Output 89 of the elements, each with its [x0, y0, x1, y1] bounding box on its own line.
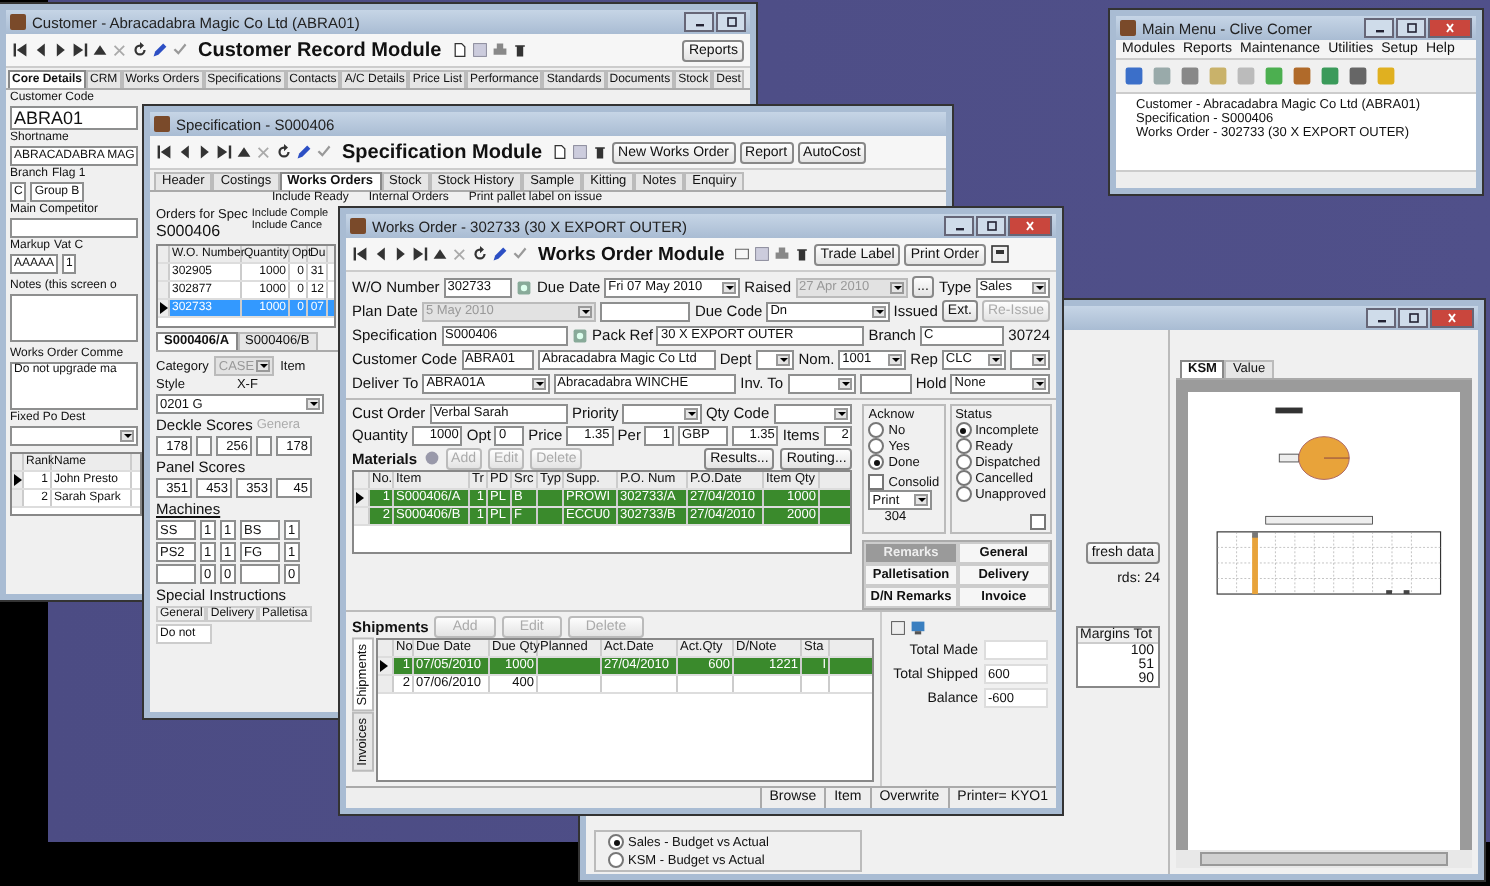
maximize-icon [1405, 312, 1421, 324]
radio-button[interactable] [868, 438, 885, 454]
dropdown-field[interactable] [622, 403, 702, 423]
check-icon[interactable] [512, 246, 528, 262]
trash-icon[interactable] [592, 144, 609, 160]
close-icon [1442, 22, 1458, 34]
maximize-icon [723, 16, 739, 28]
maximize-icon [983, 220, 999, 232]
dropdown-field[interactable] [755, 349, 795, 369]
skip-end-icon[interactable] [412, 246, 428, 262]
module-title: Specification Module [342, 141, 543, 163]
check-icon[interactable] [316, 144, 332, 160]
close-button[interactable] [1008, 216, 1052, 236]
triangle-up-icon[interactable] [236, 144, 252, 160]
arrow-right-icon[interactable] [52, 42, 68, 58]
triangle-up-icon[interactable] [432, 246, 448, 262]
radio-button[interactable] [955, 486, 972, 502]
input-field[interactable] [859, 373, 912, 393]
new-document-icon[interactable] [451, 42, 468, 58]
new-document-icon[interactable] [552, 144, 569, 160]
heading-bar [1275, 407, 1303, 414]
input-field[interactable] [156, 564, 196, 584]
window-icon[interactable] [890, 620, 906, 636]
module-title: Works Order Module [538, 243, 725, 265]
arrow-left-icon[interactable] [176, 144, 192, 160]
notes-field[interactable] [10, 294, 138, 342]
checkbox[interactable] [868, 474, 885, 490]
app-icon [350, 218, 366, 234]
minimize-button[interactable] [684, 12, 714, 32]
radio-button[interactable] [608, 834, 624, 850]
radio-button[interactable] [608, 852, 624, 868]
separator-field[interactable] [256, 436, 272, 456]
arrow-left-icon[interactable] [372, 246, 388, 262]
skip-start-icon[interactable] [156, 144, 172, 160]
refresh-icon[interactable] [132, 42, 148, 58]
dropdown-field[interactable] [787, 373, 856, 393]
triangle-up-icon[interactable] [92, 42, 108, 58]
radio-button[interactable] [955, 470, 972, 486]
close-button[interactable] [1428, 18, 1472, 38]
skip-end-icon[interactable] [72, 42, 88, 58]
radio-button[interactable] [868, 454, 885, 470]
input-field[interactable] [240, 564, 280, 584]
check-icon[interactable] [172, 42, 188, 58]
legend-bar [1265, 515, 1373, 525]
radio-button[interactable] [955, 454, 972, 470]
input-field[interactable] [10, 218, 138, 238]
horizontal-scrollbar[interactable] [1176, 850, 1472, 868]
maximize-button[interactable] [1396, 18, 1426, 38]
dropdown-field[interactable] [10, 426, 138, 446]
spec-number: S000406 [156, 222, 223, 240]
dropdown-field[interactable] [1010, 349, 1050, 369]
pie-chart-drawing [1278, 436, 1350, 480]
radio-button[interactable] [955, 422, 972, 438]
maximize-button[interactable] [976, 216, 1006, 236]
refresh-icon[interactable] [472, 246, 488, 262]
minimize-button[interactable] [1364, 18, 1394, 38]
input-field[interactable] [600, 301, 691, 321]
minimize-button[interactable] [1366, 308, 1396, 328]
trash-icon[interactable] [511, 42, 528, 58]
arrow-right-icon[interactable] [392, 246, 408, 262]
app-icon [154, 116, 170, 132]
radio-button[interactable] [955, 438, 972, 454]
checkbox[interactable] [1030, 514, 1046, 530]
save-icon[interactable] [754, 246, 771, 262]
skip-start-icon[interactable] [12, 42, 28, 58]
arrow-left-icon[interactable] [32, 42, 48, 58]
skip-start-icon[interactable] [352, 246, 368, 262]
close-icon [1022, 220, 1038, 232]
pen-icon[interactable] [152, 42, 168, 58]
separator-field[interactable] [196, 436, 212, 456]
pen-icon[interactable] [296, 144, 312, 160]
maximize-button[interactable] [716, 12, 746, 32]
maximize-icon [1403, 22, 1419, 34]
arrow-right-icon[interactable] [196, 144, 212, 160]
minimize-button[interactable] [944, 216, 974, 236]
app-icon [10, 14, 26, 30]
app-icon [1120, 20, 1136, 36]
radio-button[interactable] [868, 422, 885, 438]
dropdown-field[interactable] [773, 403, 853, 423]
skip-end-icon[interactable] [216, 144, 232, 160]
maximize-button[interactable] [1398, 308, 1428, 328]
row-pointer-icon [160, 302, 168, 314]
refresh-icon[interactable] [276, 144, 292, 160]
close-icon [1444, 312, 1460, 324]
module-title: Customer Record Module [198, 39, 442, 61]
pen-icon[interactable] [492, 246, 508, 262]
input-field[interactable]: ABRA01 [10, 106, 138, 130]
trash-icon[interactable] [794, 246, 811, 262]
close-button[interactable] [1430, 308, 1474, 328]
